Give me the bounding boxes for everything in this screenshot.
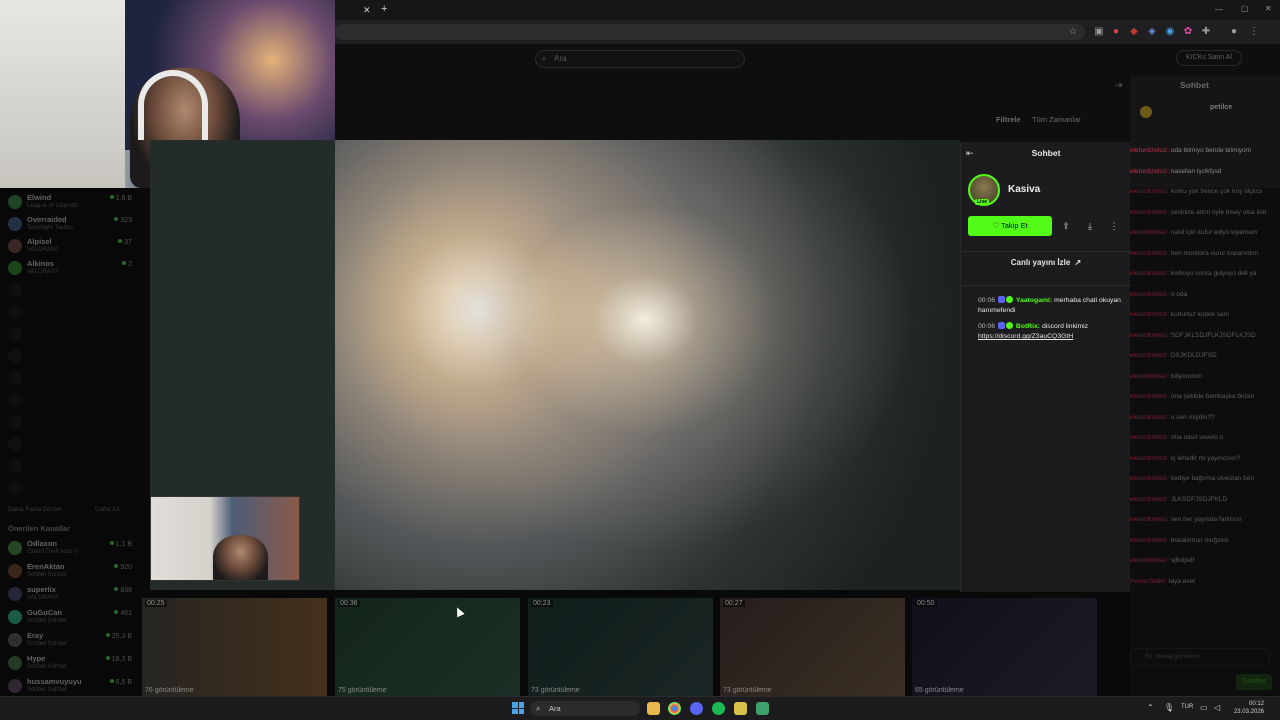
chat-panel-title: Sohbet — [1031, 148, 1061, 158]
chat-text: oda bilmiyo bende bilmiyom — [1170, 147, 1252, 154]
chat-text: nasellan işcikfşsd — [1170, 167, 1222, 175]
external-link-icon: ↗ — [1074, 258, 1082, 267]
close-window-icon[interactable]: ✕ — [1265, 4, 1272, 13]
chat-username[interactable]: Yaatogami: — [1016, 297, 1052, 304]
watch-live-link[interactable]: Canlı yayını İzle ↗ — [961, 258, 1131, 267]
search-icon: ⌕ — [536, 704, 541, 713]
keyboard-language[interactable]: TUR — [1181, 704, 1193, 710]
divider — [961, 285, 1131, 286]
live-badge: Live — [975, 199, 990, 205]
verified-badge-icon — [1006, 296, 1014, 303]
supporter-name: petilce — [1210, 104, 1233, 111]
system-clock[interactable]: 00:12 23.03.2026 — [1228, 700, 1264, 716]
background-chat-title: Sohbet — [1180, 80, 1209, 90]
tray-chevron-icon[interactable]: ⌃ — [1147, 703, 1154, 712]
user-badge-icon — [998, 322, 1006, 329]
chat-link[interactable]: https://discord.gg/Z3auCQ3GtH — [978, 333, 1073, 340]
video-frame — [335, 140, 960, 590]
minimize-icon[interactable]: — — [1215, 5, 1223, 14]
bookmark-star-icon[interactable]: ☆ — [1069, 26, 1077, 37]
maximize-icon[interactable]: ▢ — [1241, 4, 1249, 13]
extension-icon[interactable]: ▣ — [1093, 26, 1105, 38]
extension-pink-icon[interactable]: ✿ — [1182, 26, 1194, 38]
menu-icon[interactable]: ⋮ — [1248, 26, 1260, 38]
filter-label: Filtrele — [996, 115, 1021, 124]
app-green-icon[interactable] — [756, 702, 769, 715]
chat-text: discord linkimiz — [1041, 323, 1089, 330]
verified-badge-icon — [1006, 322, 1014, 329]
watch-live-label: Canlı yayını İzle — [1010, 258, 1071, 267]
extension-blue-icon[interactable]: ◈ — [1146, 26, 1158, 38]
search-icon: ⌕ — [542, 54, 547, 63]
app-shield-icon[interactable] — [734, 702, 747, 715]
discord-icon[interactable] — [690, 702, 703, 715]
network-icon[interactable]: ▭ — [1200, 703, 1208, 712]
site-search-input[interactable]: ⌕ Ara — [535, 50, 745, 68]
file-explorer-icon[interactable] — [647, 702, 660, 715]
user-badge-icon — [998, 296, 1006, 303]
windows-taskbar: ⌕ Ara ⌃ 🎙 TUR ▭ ◁ 00:12 23.03.2026 — [0, 696, 1280, 720]
supporter-avatar — [1140, 106, 1152, 118]
extensions-puzzle-icon[interactable]: ✚ — [1200, 26, 1212, 38]
clock-date: 23.03.2026 — [1233, 709, 1264, 715]
tab-strip: ✕ + — ▢ ✕ — [335, 0, 1280, 20]
chat-username[interactable]: BotRix: — [1016, 323, 1040, 330]
chat-message: 00:06 BotRix: discord linkimiz https://di… — [978, 322, 1128, 342]
download-icon[interactable]: ⤓ — [1084, 220, 1096, 232]
follow-label: Takip Et — [1001, 221, 1028, 230]
chat-timestamp: 00:06 — [978, 297, 996, 304]
expand-chat-icon[interactable]: ⇥ — [1115, 80, 1123, 91]
microphone-icon[interactable]: 🎙 — [1164, 703, 1174, 712]
background-chat-line: eletunitzelsiz: oda bilmiyo bende bilmiy… — [1130, 147, 1276, 154]
heart-icon: ♡ — [992, 221, 1000, 230]
chat-username[interactable]: eletunitzelsiz: — [1130, 168, 1169, 175]
extension-cyan-icon[interactable]: ◉ — [1164, 26, 1176, 38]
chat-top-supporters: petilce — [1140, 104, 1270, 124]
clock-time: 00:12 — [1248, 701, 1264, 707]
address-bar[interactable]: ☆ — [335, 24, 1085, 40]
more-options-icon[interactable]: ⋮ — [1108, 220, 1120, 232]
background-chat-line: eletunitzelsiz: nasellan işcikfşsd — [1130, 168, 1276, 175]
follow-button[interactable]: ♡ Takip Et — [968, 216, 1052, 236]
buy-kicks-button[interactable]: KICKs Satın Al — [1176, 50, 1242, 66]
chat-username[interactable]: eletunitzelsiz: — [1130, 147, 1169, 154]
pip-streamer — [213, 535, 268, 580]
headset-icon — [138, 70, 208, 140]
webcam-background-shelf — [0, 0, 125, 188]
site-search-placeholder: Ara — [554, 54, 567, 63]
taskbar-search-label: Ara — [549, 704, 561, 713]
profile-icon[interactable]: ● — [1228, 26, 1240, 38]
taskbar-search[interactable]: ⌕ Ara — [530, 701, 640, 716]
chat-timestamp: 00:06 — [978, 323, 996, 330]
chat-message: 00:06 Yaatogami: merhaba chati okuyan ha… — [978, 296, 1128, 316]
chrome-icon[interactable] — [668, 702, 681, 715]
extension-pin-icon[interactable]: ◆ — [1128, 26, 1140, 38]
close-tab-icon[interactable]: ✕ — [363, 5, 371, 16]
extension-red-icon[interactable]: ● — [1110, 26, 1122, 38]
volume-icon[interactable]: ◁ — [1214, 703, 1220, 712]
windows-start-icon[interactable] — [512, 702, 524, 714]
new-tab-icon[interactable]: + — [381, 3, 387, 15]
divider — [961, 251, 1131, 252]
spotify-icon[interactable] — [712, 702, 725, 715]
filter-dropdown[interactable]: Tüm Zamanlar — [1032, 115, 1081, 124]
clip-chat-panel: ⇤ Sohbet Live Kasiva ♡ Takip Et ⇪ ⤓ ⋮ Ca… — [960, 142, 1131, 592]
share-icon[interactable]: ⇪ — [1060, 220, 1072, 232]
streamer-name[interactable]: Kasiva — [1008, 184, 1040, 195]
picture-in-picture-webcam — [150, 496, 300, 581]
